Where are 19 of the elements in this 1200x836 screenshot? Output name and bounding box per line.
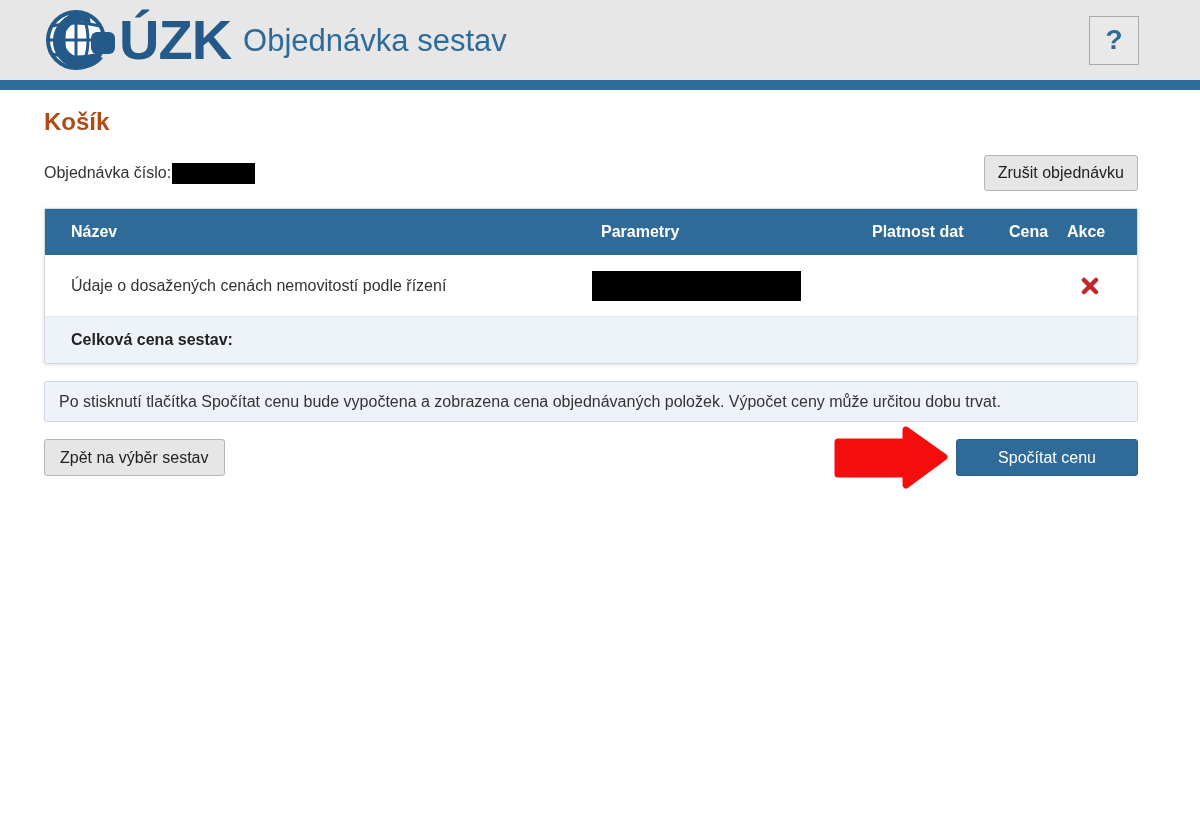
- logo-text: ÚZK: [119, 8, 232, 72]
- column-header: Akce: [1066, 222, 1107, 242]
- page-title: Košík: [44, 108, 111, 136]
- back-button[interactable]: Zpět na výběr sestav: [44, 439, 225, 476]
- info-message: Po stisknutí tlačítka Spočítat cenu bude vypočtena a zobrazena cena objednávaných položek. Výpočet ceny může určitou dobu trvat.: [44, 381, 1138, 422]
- column-header: Název: [70, 222, 119, 242]
- table-cell-text: Údaje o dosažených cenách nemovitostí podle řízení: [70, 275, 448, 296]
- column-header: Platnost dat: [871, 222, 965, 242]
- logo-globe-icon: [45, 8, 117, 72]
- x-icon[interactable]: [1081, 276, 1099, 295]
- total-label: Celková cena sestav:: [70, 330, 233, 350]
- arrow-icon: [832, 426, 948, 489]
- help-button[interactable]: ?: [1089, 15, 1139, 65]
- order-number-label: Objednávka číslo:: [44, 163, 172, 183]
- column-header: Parametry: [600, 222, 681, 242]
- cancel-order-button[interactable]: Zrušit objednávku: [983, 155, 1138, 191]
- app-title: Objednávka sestav: [243, 22, 507, 60]
- column-header: Cena: [1008, 222, 1050, 242]
- calculate-button[interactable]: Spočítat cenu: [956, 439, 1138, 476]
